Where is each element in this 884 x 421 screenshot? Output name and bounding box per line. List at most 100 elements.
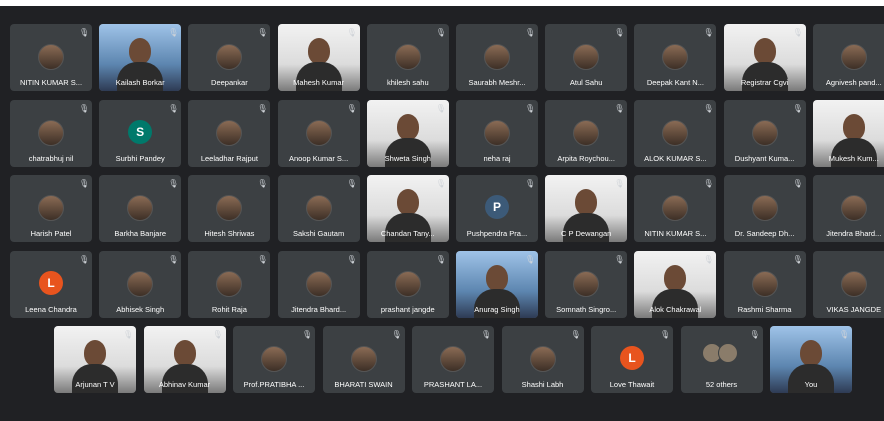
profile-photo-avatar — [305, 195, 332, 221]
mic-muted-icon: 🎙 — [123, 330, 134, 339]
participant-name: Dr. Sandeep Dh... — [734, 229, 795, 238]
participant-name: Registrar Cgvi — [740, 78, 789, 87]
participant-tile[interactable]: 🎙 Dushyant Kuma... — [723, 99, 806, 167]
mic-muted-icon: 🎙 — [346, 254, 357, 264]
participant-tile[interactable]: L 🎙 Leena Chandra — [10, 250, 92, 318]
mic-muted-icon: 🎙 — [168, 179, 179, 188]
participant-name: khilesh sahu — [386, 78, 429, 87]
participant-tile[interactable]: 🎙 Deepak Kant N... — [634, 24, 717, 91]
participant-tile[interactable]: 🎙 PRASHANT LA... — [412, 326, 494, 393]
participant-tile[interactable]: 🎙 Abhisek Singh — [99, 250, 182, 318]
mic-muted-icon: 🎙 — [614, 254, 625, 264]
participant-tile[interactable]: 🎙 Alok Chakrawal — [634, 250, 717, 318]
participant-tile[interactable]: P 🎙 Pushpendra Pra... — [456, 175, 538, 242]
participant-tile[interactable]: 🎙 NITIN KUMAR S... — [10, 24, 92, 91]
participant-tile[interactable]: 🎙 Shweta Singh — [366, 99, 449, 167]
participant-tile[interactable]: 🎙 Mahesh Kumar — [277, 24, 360, 91]
participant-name: Somnath Singro... — [556, 304, 617, 314]
face-shape — [842, 113, 865, 140]
participant-tile[interactable]: 🎙 Leeladhar Rajput — [188, 99, 271, 167]
participant-name: Rohit Raja — [211, 304, 247, 314]
participant-tile[interactable]: 🎙 Shashi Labh — [501, 326, 584, 393]
profile-photo-avatar — [840, 195, 867, 221]
participant-tile[interactable]: 🎙 Rashmi Sharma — [723, 250, 806, 318]
participant-tile[interactable]: 🎙 NITIN KUMAR S... — [634, 175, 717, 242]
participant-name: Pushpendra Pra... — [466, 229, 528, 238]
participant-tile[interactable]: 🎙 Hitesh Shriwas — [188, 175, 271, 242]
participant-name: Deepak Kant N... — [646, 78, 704, 87]
mic-muted-icon: 🎙 — [346, 103, 357, 113]
participant-name: Hitesh Shriwas — [204, 229, 255, 238]
participant-tile[interactable]: 🎙 Prof.PRATIBHA ... — [233, 326, 315, 393]
participant-name: C P Dewangan — [561, 229, 612, 238]
profile-photo-avatar — [216, 119, 243, 146]
profile-photo-avatar — [38, 119, 64, 146]
participant-tile[interactable]: L 🎙 Love Thawait — [591, 326, 673, 393]
participant-name: Jitendra Bhard... — [826, 229, 882, 238]
participant-tile[interactable]: 🎙 C P Dewangan — [545, 175, 628, 242]
participant-name: ALOK KUMAR S... — [644, 153, 707, 163]
participant-tile[interactable]: 🎙 Chandan Tany... — [366, 175, 449, 242]
participant-tile[interactable]: 🎙 BHARATI SWAIN — [322, 326, 405, 393]
mic-muted-icon: 🎙 — [703, 179, 714, 188]
profile-photo-avatar — [573, 119, 600, 146]
face-shape — [307, 38, 330, 64]
participant-tile[interactable]: 🎙 You — [770, 326, 852, 393]
mic-muted-icon: 🎙 — [792, 179, 803, 188]
letter-avatar: L — [39, 270, 63, 295]
mic-muted-icon: 🎙 — [703, 103, 714, 113]
participant-tile[interactable]: 🎙 Sakshi Gautam — [277, 175, 360, 242]
participant-name: NITIN KUMAR S... — [19, 78, 83, 87]
participant-tile[interactable]: 🎙 Kailash Borkar — [99, 24, 182, 91]
participant-tile[interactable]: 🎙 Saurabh Meshr... — [456, 24, 538, 91]
participant-name: Anoop Kumar S... — [288, 153, 349, 163]
mic-muted-icon: 🎙 — [703, 254, 714, 264]
participant-tile[interactable]: 🎙 52 others — [680, 326, 763, 393]
participant-tile[interactable]: 🎙Jitendra Bhard... — [277, 250, 360, 318]
participant-tile[interactable]: 🎙Mukesh Kum... — [812, 99, 884, 167]
participant-tile[interactable]: 🎙 chatrabhuj nil — [10, 99, 92, 167]
participant-tile[interactable]: 🎙 Arpita Roychou... — [545, 99, 628, 167]
participant-tile[interactable]: 🎙 Abhinav Kumar — [143, 326, 226, 393]
participant-tile[interactable]: 🎙 Arjunan T V — [54, 326, 136, 393]
participant-tile[interactable]: 🎙 Anurag Singh — [456, 250, 538, 318]
participant-name: Atul Sahu — [569, 78, 603, 87]
mic-muted-icon: 🎙 — [168, 28, 179, 37]
profile-photo-avatar — [751, 119, 778, 146]
mic-muted-icon: 🎙 — [79, 103, 90, 113]
profile-photo-avatar — [127, 195, 154, 221]
face-shape — [664, 264, 687, 291]
participant-tile[interactable]: S 🎙 Surbhi Pandey — [99, 99, 182, 167]
participant-tile[interactable]: 🎙 Harish Patel — [10, 175, 92, 242]
participant-tile[interactable]: 🎙 Deepankar — [188, 24, 271, 91]
participant-tile[interactable]: 🎙 Atul Sahu — [545, 24, 628, 91]
profile-photo-avatar — [662, 119, 689, 146]
mic-muted-icon: 🎙 — [435, 103, 446, 113]
participant-tile[interactable]: 🎙 Anoop Kumar S... — [277, 99, 360, 167]
face-shape — [575, 189, 598, 215]
participant-tile[interactable]: 🎙 neha raj — [456, 99, 538, 167]
participant-tile[interactable]: 🎙Agnivesh pand... — [812, 24, 884, 91]
participant-name: Leena Chandra — [25, 304, 77, 314]
mic-muted-icon: 🎙 — [614, 28, 625, 37]
mic-muted-icon: 🎙 — [749, 330, 760, 339]
participant-name: Mukesh Kum... — [828, 153, 879, 163]
participant-tile[interactable]: 🎙 Registrar Cgvi — [723, 24, 806, 91]
participant-name: Mahesh Kumar — [293, 78, 345, 87]
participant-tile[interactable]: 🎙 khilesh sahu — [366, 24, 449, 91]
mic-muted-icon: 🎙 — [391, 330, 402, 339]
profile-photo-avatar — [751, 195, 778, 221]
participant-tile[interactable]: 🎙 Dr. Sandeep Dh... — [723, 175, 806, 242]
profile-photo-avatar — [38, 44, 64, 70]
participant-tile[interactable]: 🎙 Somnath Singro... — [545, 250, 628, 318]
participant-tile[interactable]: 🎙Jitendra Bhard... — [812, 175, 884, 242]
participant-tile[interactable]: 🎙 prashant jangde — [366, 250, 449, 318]
mic-muted-icon: 🎙 — [346, 28, 357, 37]
participant-tile[interactable]: 🎙VIKAS JANGDE — [812, 250, 884, 318]
participant-tile[interactable]: 🎙 Barkha Banjare — [99, 175, 182, 242]
participant-name: Prof.PRATIBHA ... — [243, 380, 305, 389]
mic-muted-icon: 🎙 — [257, 103, 268, 113]
mic-muted-icon: 🎙 — [660, 330, 671, 339]
participant-tile[interactable]: 🎙 Rohit Raja — [188, 250, 271, 318]
participant-tile[interactable]: 🎙 ALOK KUMAR S... — [634, 99, 717, 167]
